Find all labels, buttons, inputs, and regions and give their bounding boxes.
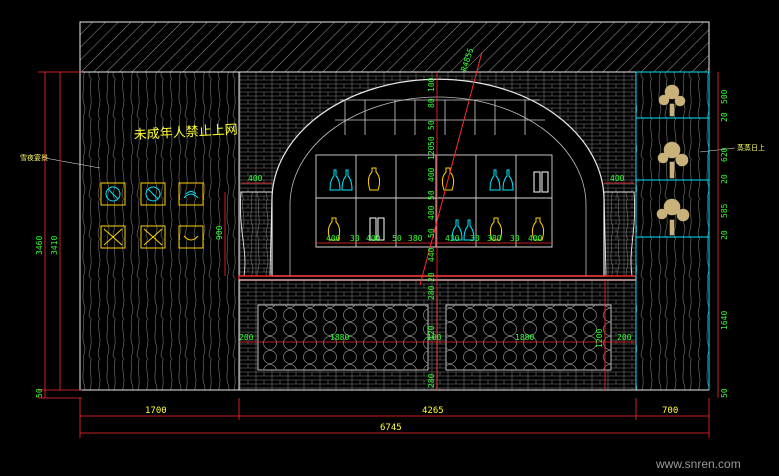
center-vdim-label: 50 — [427, 120, 436, 130]
counter-h-dim: 1200 — [595, 329, 604, 348]
shelf-dim-label: 30 — [510, 234, 520, 243]
shelf-dim-label: 430 — [445, 234, 460, 243]
left-top-dim: 400 — [248, 174, 263, 183]
bottom-dim-left: 1700 — [145, 406, 167, 416]
left-dim-outer: 3460 — [35, 236, 44, 255]
counter-dim-label: 200 — [239, 333, 254, 342]
center-vdim-label: 280 — [427, 373, 436, 388]
left-vertical-dims — [38, 71, 82, 399]
right-dim-label: 50 — [720, 388, 729, 398]
center-vdim-label: 280 — [427, 285, 436, 300]
shelf-dim-label: 380 — [487, 234, 502, 243]
bottom-dim-mid: 4265 — [422, 406, 444, 416]
shelf-dim-label: 30 — [350, 234, 360, 243]
center-vdim-label: 20 — [427, 272, 436, 282]
right-dim-label: 500 — [720, 89, 729, 104]
shelf-dim-label: 50 — [392, 234, 402, 243]
counter-dim-label: 100 — [427, 333, 442, 342]
ceiling-hatch — [79, 21, 710, 73]
left-pillar-dim: 900 — [215, 225, 224, 240]
right-top-dim: 400 — [610, 174, 625, 183]
shelf-dim-label: 380 — [408, 234, 423, 243]
bottom-dim-total: 6745 — [380, 423, 402, 433]
counter-dim-label: 1880 — [330, 333, 349, 342]
right-dim-label: 1640 — [720, 311, 729, 330]
left-note: 雪夜宴景 — [20, 153, 48, 162]
center-vdim-label: 50 — [427, 228, 436, 238]
center-vdim-label: 100 — [427, 77, 436, 92]
counter-dim-label: 200 — [617, 333, 632, 342]
curtain-left — [240, 191, 273, 277]
center-vdim-label: 440 — [427, 247, 436, 262]
center-vdim-label: 80 — [427, 98, 436, 108]
right-dim-label: 20 — [720, 230, 729, 240]
center-vdim-label: 120 — [427, 145, 436, 160]
center-vdim-label: 400 — [427, 167, 436, 182]
left-dim-inner: 3410 — [50, 236, 59, 255]
center-vdim-label: 50 — [427, 190, 436, 200]
counter-top — [238, 275, 637, 281]
center-vdim-label: 50 — [427, 136, 436, 146]
right-dim-label: 620 — [720, 147, 729, 162]
cad-elevation-drawing: 未成年人禁止上网 雪夜宴景 蒸蒸日上 R4855 100805050120400… — [20, 21, 765, 471]
curtain-right — [603, 191, 636, 277]
watermark: www.snren.com — [655, 457, 741, 471]
left-dim-base: 50 — [35, 388, 44, 398]
shelf-dim-label: 400 — [366, 234, 381, 243]
right-dim-label: 20 — [720, 174, 729, 184]
right-dim-label: 585 — [720, 203, 729, 218]
right-note: 蒸蒸日上 — [737, 143, 765, 152]
shelf-dim-label: 400 — [326, 234, 341, 243]
bottom-dim-right: 700 — [662, 406, 678, 416]
shelf-dim-label: 30 — [470, 234, 480, 243]
counter-dim-label: 1880 — [515, 333, 534, 342]
right-dim-label: 20 — [720, 112, 729, 122]
shelf-dim-label: 400 — [528, 234, 543, 243]
center-vdim-label: 400 — [427, 205, 436, 220]
right-vertical-dims: 500 20 620 20 585 20 1640 50 — [720, 89, 729, 398]
